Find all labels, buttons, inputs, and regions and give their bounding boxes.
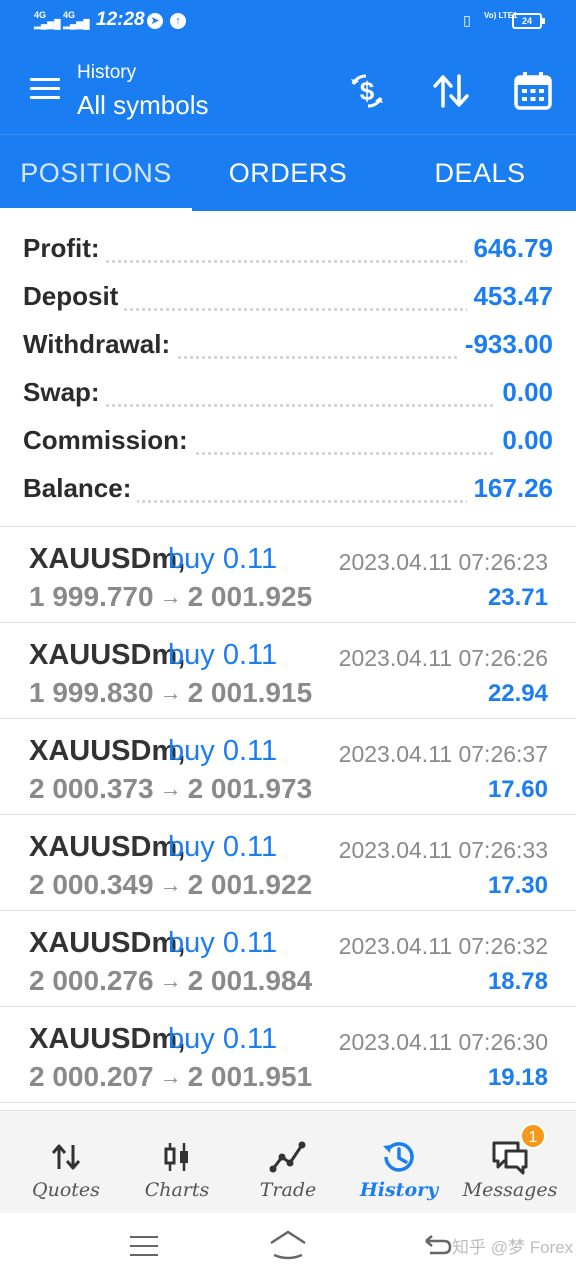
bottom-navigation: Quotes Charts Trade History Messages bbox=[0, 1110, 576, 1213]
deal-side: buy 0.11 bbox=[168, 831, 278, 863]
history-summary: Profit: 646.79 Deposit 453.47 Withdrawal: -… bbox=[0, 211, 576, 527]
watermark: 知乎 @梦 Forex bbox=[452, 1238, 574, 1257]
quotes-icon bbox=[51, 1144, 81, 1170]
deal-time: 2023.04.11 07:26:23 bbox=[338, 549, 548, 575]
status-bar: 4G ▂▄▆█ 4G ▂▄▆█ 12:28 ➤ ↑ ▯ Vo) LTE1 24 bbox=[0, 0, 576, 44]
list-item[interactable]: XAUUSDm, buy 0.11 1 999.770 → 2 001.925 20… bbox=[0, 527, 576, 623]
summary-label: Profit: bbox=[23, 233, 106, 264]
menu-icon[interactable] bbox=[30, 78, 60, 100]
list-item[interactable]: XAUUSDm, buy 0.11 2 000.276 → 2 001.984 20… bbox=[0, 911, 576, 1007]
summary-row-withdrawal: Withdrawal: -933.00 bbox=[23, 329, 553, 377]
deal-side: buy 0.11 bbox=[168, 639, 278, 671]
deal-profit: 22.94 bbox=[487, 680, 548, 707]
deal-prices: 2 000.373 → 2 001.973 bbox=[29, 773, 313, 804]
summary-row-swap: Swap: 0.00 bbox=[23, 377, 553, 425]
svg-text:$: $ bbox=[360, 76, 375, 106]
dollar-refresh-icon[interactable]: $ bbox=[346, 70, 388, 112]
summary-value: -933.00 bbox=[458, 329, 553, 360]
deal-side: buy 0.11 bbox=[168, 543, 278, 575]
deal-side: buy 0.11 bbox=[168, 735, 278, 767]
deal-symbol: XAUUSDm, bbox=[29, 543, 186, 575]
back-icon[interactable] bbox=[424, 1233, 452, 1257]
deal-profit: 19.18 bbox=[487, 1064, 548, 1091]
nav-trade[interactable]: Trade bbox=[232, 1111, 344, 1214]
summary-label: Balance: bbox=[23, 473, 138, 504]
deal-profit: 18.78 bbox=[487, 968, 548, 995]
list-item[interactable]: XAUUSDm, buy 0.11 2 000.349 → 2 001.922 20… bbox=[0, 815, 576, 911]
deal-time: 2023.04.11 07:26:32 bbox=[338, 933, 548, 959]
telegram-icon: ➤ bbox=[147, 13, 163, 29]
summary-row-deposit: Deposit 453.47 bbox=[23, 281, 553, 329]
recent-apps-icon[interactable] bbox=[130, 1236, 158, 1256]
summary-row-commission: Commission: 0.00 bbox=[23, 425, 553, 473]
summary-label: Deposit bbox=[23, 281, 125, 312]
deal-symbol: XAUUSDm, bbox=[29, 831, 186, 863]
summary-value: 453.47 bbox=[467, 281, 553, 312]
deal-symbol: XAUUSDm, bbox=[29, 927, 186, 959]
summary-value: 0.00 bbox=[496, 377, 553, 408]
signal-1: 4G ▂▄▆█ bbox=[34, 10, 61, 29]
tab-orders[interactable]: ORDERS bbox=[192, 135, 384, 212]
deal-profit: 17.60 bbox=[487, 776, 548, 803]
nav-label: Quotes bbox=[32, 1179, 100, 1201]
nav-label: History bbox=[359, 1179, 439, 1201]
tab-positions[interactable]: POSITIONS bbox=[0, 135, 192, 212]
nav-label: Charts bbox=[144, 1179, 210, 1201]
summary-label: Withdrawal: bbox=[23, 329, 177, 360]
deal-time: 2023.04.11 07:26:37 bbox=[338, 741, 548, 767]
nav-label: Trade bbox=[259, 1179, 317, 1201]
messages-badge: 1 bbox=[520, 1123, 546, 1149]
summary-label: Commission: bbox=[23, 425, 194, 456]
nav-messages[interactable]: Messages bbox=[454, 1111, 566, 1214]
nav-label: Messages bbox=[462, 1179, 558, 1201]
list-item[interactable]: XAUUSDm, buy 0.11 1 999.830 → 2 001.915 20… bbox=[0, 623, 576, 719]
history-icon bbox=[383, 1142, 414, 1172]
deal-prices: 2 000.207 → 2 001.951 bbox=[29, 1061, 313, 1092]
header-subtitle: History bbox=[77, 62, 137, 83]
summary-value: 0.00 bbox=[496, 425, 553, 456]
deal-prices: 1 999.770 → 2 001.925 bbox=[29, 581, 313, 612]
deal-time: 2023.04.11 07:26:26 bbox=[338, 645, 548, 671]
trade-icon bbox=[269, 1141, 306, 1173]
summary-value: 646.79 bbox=[467, 233, 553, 264]
clock: 12:28 bbox=[96, 9, 145, 30]
list-item[interactable]: XAUUSDm, buy 0.11 2 000.207 → 2 001.951 20… bbox=[0, 1007, 576, 1103]
nav-history[interactable]: History bbox=[343, 1111, 455, 1214]
deal-prices: 1 999.830 → 2 001.915 bbox=[29, 677, 313, 708]
deal-profit: 17.30 bbox=[487, 872, 548, 899]
app-bar: History All symbols $ bbox=[0, 44, 576, 134]
deal-profit: 23.71 bbox=[487, 584, 548, 611]
deal-symbol: XAUUSDm, bbox=[29, 1023, 186, 1055]
summary-row-profit: Profit: 646.79 bbox=[23, 233, 553, 281]
deal-time: 2023.04.11 07:26:33 bbox=[338, 837, 548, 863]
charts-icon bbox=[164, 1143, 188, 1171]
symbol-selector[interactable]: All symbols bbox=[77, 90, 208, 121]
deal-side: buy 0.11 bbox=[168, 927, 278, 959]
list-item[interactable]: XAUUSDm, buy 0.11 2 000.373 → 2 001.973 20… bbox=[0, 719, 576, 815]
deal-time: 2023.04.11 07:26:30 bbox=[338, 1029, 548, 1055]
signal-2: 4G ▂▄▆█ bbox=[63, 10, 90, 29]
deal-symbol: XAUUSDm, bbox=[29, 639, 186, 671]
upload-icon: ↑ bbox=[170, 13, 186, 29]
tab-bar: POSITIONS ORDERS DEALS bbox=[0, 134, 576, 212]
home-icon[interactable] bbox=[268, 1229, 308, 1261]
summary-label: Swap: bbox=[23, 377, 106, 408]
tab-deals[interactable]: DEALS bbox=[384, 135, 576, 212]
calendar-icon[interactable] bbox=[512, 70, 554, 112]
vibrate-icon: ▯ bbox=[463, 12, 471, 28]
deal-prices: 2 000.349 → 2 001.922 bbox=[29, 869, 313, 900]
sort-icon[interactable] bbox=[430, 70, 472, 112]
deal-symbol: XAUUSDm, bbox=[29, 735, 186, 767]
nav-charts[interactable]: Charts bbox=[121, 1111, 233, 1214]
deal-side: buy 0.11 bbox=[168, 1023, 278, 1055]
battery-icon: 24 bbox=[512, 13, 545, 29]
summary-value: 167.26 bbox=[467, 473, 553, 504]
nav-quotes[interactable]: Quotes bbox=[10, 1111, 122, 1214]
deal-prices: 2 000.276 → 2 001.984 bbox=[29, 965, 313, 996]
summary-row-balance: Balance: 167.26 bbox=[23, 473, 553, 521]
